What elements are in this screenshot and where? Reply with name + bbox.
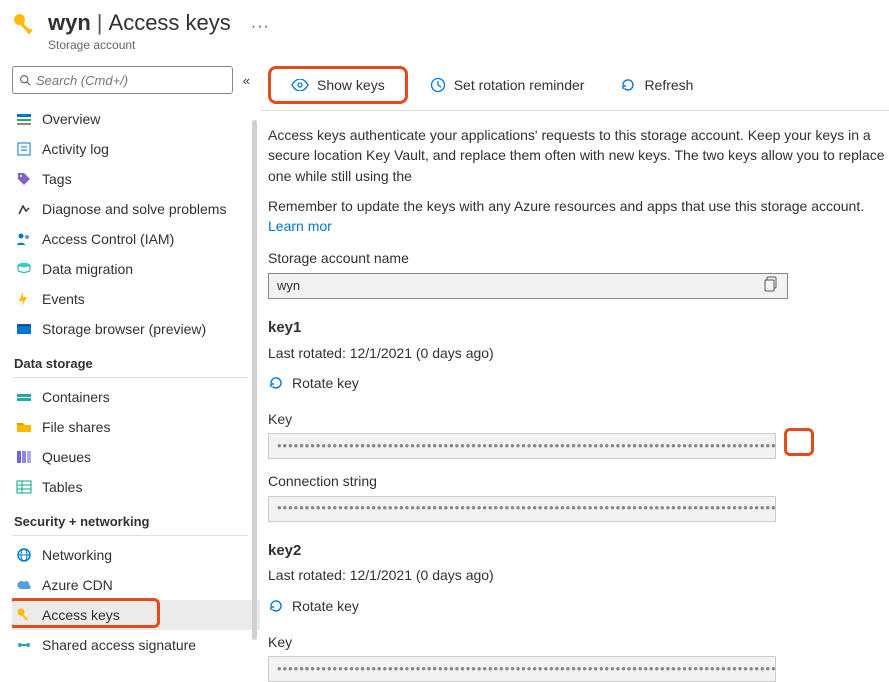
- sidebar-item-accesskeys[interactable]: Access keys: [12, 600, 260, 630]
- sidebar-item-sas[interactable]: Shared access signature: [12, 630, 260, 660]
- account-name-label: Storage account name: [268, 248, 889, 268]
- account-name-field[interactable]: [268, 273, 788, 299]
- search-input[interactable]: [36, 73, 226, 88]
- copy-icon: [764, 276, 778, 292]
- collapse-sidebar-button[interactable]: «: [239, 73, 254, 88]
- sidebar-item-label: Shared access signature: [42, 637, 196, 653]
- activity-icon: [16, 141, 32, 157]
- sidebar-item-label: Storage browser (preview): [42, 321, 206, 337]
- sidebar-item-label: Access Control (IAM): [42, 231, 174, 247]
- overview-icon: [16, 111, 32, 127]
- datamig-icon: [16, 261, 32, 277]
- sidebar-item-diagnose[interactable]: Diagnose and solve problems: [12, 194, 260, 224]
- refresh-button[interactable]: Refresh: [606, 71, 707, 99]
- sidebar-item-activity[interactable]: Activity log: [12, 134, 260, 164]
- sidebar-item-label: Azure CDN: [42, 577, 113, 593]
- set-rotation-button[interactable]: Set rotation reminder: [416, 71, 599, 99]
- sidebar-item-overview[interactable]: Overview: [12, 104, 260, 134]
- page-title: wyn|Access keys: [48, 10, 231, 36]
- sidebar-item-label: Overview: [42, 111, 100, 127]
- sidebar-item-containers[interactable]: Containers: [12, 382, 260, 412]
- main-content: Show keys Set rotation reminder Refresh …: [260, 60, 889, 682]
- key-value-field[interactable]: ••••••••••••••••••••••••••••••••••••••••…: [268, 656, 776, 682]
- refresh-icon: [620, 77, 636, 93]
- sidebar-item-tables[interactable]: Tables: [12, 472, 260, 502]
- show-keys-button[interactable]: Show keys: [268, 66, 408, 104]
- toolbar: Show keys Set rotation reminder Refresh: [260, 60, 889, 111]
- sidebar-item-iam[interactable]: Access Control (IAM): [12, 224, 260, 254]
- key-block-key2: key2 Last rotated: 12/1/2021 (0 days ago)…: [268, 540, 889, 682]
- sidebar-item-tags[interactable]: Tags: [12, 164, 260, 194]
- sidebar-section-header: Data storage: [12, 344, 248, 378]
- sidebar-item-label: Containers: [42, 389, 110, 405]
- intro-text-2: Remember to update the keys with any Azu…: [268, 196, 889, 237]
- copy-account-name-button[interactable]: [764, 276, 778, 292]
- key-title: key2: [268, 540, 889, 562]
- more-actions-button[interactable]: ···: [251, 10, 270, 36]
- sidebar-item-datamig[interactable]: Data migration: [12, 254, 260, 284]
- rotate-key-button[interactable]: Rotate key: [268, 592, 889, 620]
- clock-icon: [430, 77, 446, 93]
- rotate-key-button[interactable]: Rotate key: [268, 369, 889, 397]
- intro-text-1: Access keys authenticate your applicatio…: [268, 125, 889, 186]
- last-rotated-text: Last rotated: 12/1/2021 (0 days ago): [268, 343, 889, 363]
- queues-icon: [16, 449, 32, 465]
- key-hero-icon: [12, 12, 38, 38]
- iam-icon: [16, 231, 32, 247]
- sidebar-item-storagebrowser[interactable]: Storage browser (preview): [12, 314, 260, 344]
- diagnose-icon: [16, 201, 32, 217]
- key-block-key1: key1 Last rotated: 12/1/2021 (0 days ago)…: [268, 317, 889, 522]
- rotate-icon: [268, 375, 284, 391]
- key-title: key1: [268, 317, 889, 339]
- search-icon: [19, 74, 32, 87]
- sidebar-item-fileshares[interactable]: File shares: [12, 412, 260, 442]
- sidebar-item-label: Tags: [42, 171, 72, 187]
- search-input-wrapper[interactable]: [12, 66, 233, 94]
- sidebar-item-azurecdn[interactable]: Azure CDN: [12, 570, 260, 600]
- sas-icon: [16, 637, 32, 653]
- key-label: Key: [268, 632, 889, 652]
- sidebar-item-label: Queues: [42, 449, 91, 465]
- rotate-icon: [268, 598, 284, 614]
- tables-icon: [16, 479, 32, 495]
- page-subtitle: Storage account: [48, 38, 231, 52]
- containers-icon: [16, 389, 32, 405]
- sidebar: « Overview Activity log Tags Diagnose and s…: [0, 60, 260, 682]
- sidebar-item-events[interactable]: Events: [12, 284, 260, 314]
- accesskeys-icon: [16, 607, 32, 623]
- refresh-label: Refresh: [644, 77, 693, 93]
- sidebar-section-header: Security + networking: [12, 502, 248, 536]
- eye-icon: [291, 79, 309, 91]
- tags-icon: [16, 171, 32, 187]
- sidebar-scrollbar[interactable]: [252, 120, 257, 640]
- fileshares-icon: [16, 419, 32, 435]
- sidebar-item-label: Events: [42, 291, 85, 307]
- set-rotation-label: Set rotation reminder: [454, 77, 585, 93]
- sidebar-item-label: Data migration: [42, 261, 133, 277]
- sidebar-item-label: Activity log: [42, 141, 109, 157]
- show-keys-label: Show keys: [317, 77, 385, 93]
- key-label: Key: [268, 409, 889, 429]
- sidebar-item-label: Access keys: [42, 607, 120, 623]
- sidebar-item-queues[interactable]: Queues: [12, 442, 260, 472]
- connection-string-field[interactable]: ••••••••••••••••••••••••••••••••••••••••…: [268, 496, 776, 522]
- connection-string-label: Connection string: [268, 471, 889, 491]
- azurecdn-icon: [16, 577, 32, 593]
- key-value-field[interactable]: ••••••••••••••••••••••••••••••••••••••••…: [268, 433, 776, 459]
- sidebar-item-label: Networking: [42, 547, 112, 563]
- page-header: wyn|Access keys Storage account ···: [0, 0, 889, 60]
- last-rotated-text: Last rotated: 12/1/2021 (0 days ago): [268, 565, 889, 585]
- events-icon: [16, 291, 32, 307]
- sidebar-item-label: Diagnose and solve problems: [42, 201, 226, 217]
- highlight-show-key: [784, 428, 814, 456]
- learn-more-link[interactable]: Learn mor: [268, 218, 332, 234]
- sidebar-item-label: Tables: [42, 479, 82, 495]
- storagebrowser-icon: [16, 321, 32, 337]
- networking-icon: [16, 547, 32, 563]
- sidebar-item-label: File shares: [42, 419, 110, 435]
- sidebar-item-networking[interactable]: Networking: [12, 540, 260, 570]
